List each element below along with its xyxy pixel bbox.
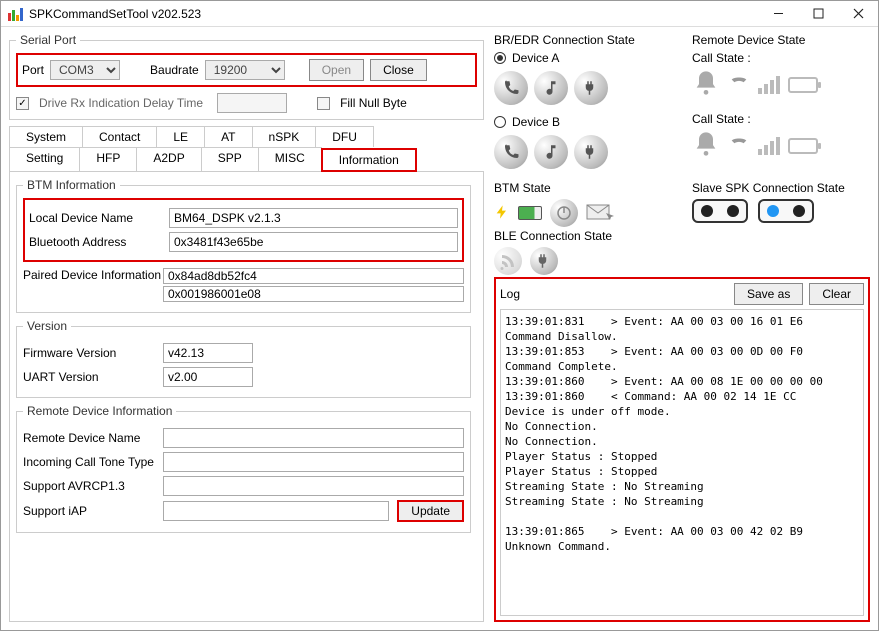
version-legend: Version: [23, 319, 71, 333]
support-iap-label: Support iAP: [23, 504, 163, 518]
slave-spk-1: [692, 199, 748, 223]
device-a-radio[interactable]: [494, 52, 506, 64]
bredr-title: BR/EDR Connection State: [494, 33, 672, 47]
log-title: Log: [500, 287, 734, 301]
version-group: Version Firmware Version UART Version: [16, 319, 471, 398]
device-b-label: Device B: [512, 115, 560, 129]
phone-icon-b: [494, 135, 528, 169]
remote-device-name-label: Remote Device Name: [23, 431, 163, 445]
tab-le[interactable]: LE: [156, 126, 205, 147]
bell-icon: [692, 69, 720, 100]
btm-info-legend: BTM Information: [23, 178, 120, 192]
firmware-version-label: Firmware Version: [23, 346, 163, 360]
fill-null-label: Fill Null Byte: [340, 96, 407, 110]
incoming-tone-field[interactable]: [163, 452, 464, 472]
bluetooth-address-field[interactable]: [169, 232, 458, 252]
device-b-radio[interactable]: [494, 116, 506, 128]
handset-icon-b: [728, 135, 750, 157]
baudrate-select[interactable]: 19200: [205, 60, 285, 80]
music-icon: [534, 71, 568, 105]
tab-spp[interactable]: SPP: [201, 147, 259, 171]
signal-icon: [758, 76, 780, 94]
phone-icon: [494, 71, 528, 105]
handset-icon: [728, 74, 750, 96]
close-window-button[interactable]: [838, 1, 878, 27]
plug-icon: [574, 71, 608, 105]
port-label: Port: [22, 63, 44, 77]
battery-icon: [788, 77, 818, 93]
paired-device-1[interactable]: [163, 286, 464, 302]
rss-icon: [494, 247, 522, 275]
bluetooth-address-label: Bluetooth Address: [29, 235, 169, 249]
bell-icon-b: [692, 130, 720, 161]
support-iap-field[interactable]: [163, 501, 389, 521]
drive-rx-input[interactable]: [217, 93, 287, 113]
fill-null-checkbox[interactable]: [317, 97, 330, 110]
update-button[interactable]: Update: [397, 500, 464, 522]
tab-a2dp[interactable]: A2DP: [136, 147, 201, 171]
open-button[interactable]: Open: [309, 59, 364, 81]
minimize-button[interactable]: [758, 1, 798, 27]
clear-button[interactable]: Clear: [809, 283, 864, 305]
plug-icon-ble: [530, 247, 558, 275]
close-button[interactable]: Close: [370, 59, 427, 81]
drive-rx-label: Drive Rx Indication Delay Time: [39, 96, 203, 110]
window-title: SPKCommandSetTool v202.523: [29, 7, 758, 21]
battery-icon-b: [788, 138, 818, 154]
btm-state-title: BTM State: [494, 181, 672, 195]
paired-device-label: Paired Device Information: [23, 268, 163, 282]
tab-contact[interactable]: Contact: [82, 126, 157, 147]
tab-at[interactable]: AT: [204, 126, 252, 147]
uart-version-field[interactable]: [163, 367, 253, 387]
call-state-a-label: Call State :: [692, 51, 870, 65]
music-icon-b: [534, 135, 568, 169]
firmware-version-field[interactable]: [163, 343, 253, 363]
save-as-button[interactable]: Save as: [734, 283, 803, 305]
drive-rx-checkbox[interactable]: [16, 97, 29, 110]
device-a-label: Device A: [512, 51, 559, 65]
remote-device-name-field[interactable]: [163, 428, 464, 448]
app-icon: [7, 6, 23, 22]
slave-spk-title: Slave SPK Connection State: [692, 181, 870, 195]
call-state-b-label: Call State :: [692, 112, 870, 126]
tab-hfp[interactable]: HFP: [79, 147, 137, 171]
log-textarea[interactable]: 13:39:01:831 > Event: AA 00 03 00 16 01 …: [500, 309, 864, 616]
lightning-icon: [494, 201, 510, 226]
power-icon: [550, 199, 578, 227]
incoming-tone-label: Incoming Call Tone Type: [23, 455, 163, 469]
remote-device-info-group: Remote Device Information Remote Device …: [16, 404, 471, 533]
maximize-button[interactable]: [798, 1, 838, 27]
tab-system[interactable]: System: [9, 126, 83, 147]
port-select[interactable]: COM3: [50, 60, 120, 80]
tab-dfu[interactable]: DFU: [315, 126, 374, 147]
baudrate-label: Baudrate: [150, 63, 199, 77]
remote-state-title: Remote Device State: [692, 33, 870, 47]
tab-setting[interactable]: Setting: [9, 147, 80, 171]
support-avrcp-field[interactable]: [163, 476, 464, 496]
btm-info-group: BTM Information Local Device Name Blueto…: [16, 178, 471, 313]
local-device-name-field[interactable]: [169, 208, 458, 228]
tab-nspk[interactable]: nSPK: [252, 126, 317, 147]
signal-icon-b: [758, 137, 780, 155]
uart-version-label: UART Version: [23, 370, 163, 384]
battery-level-icon: [518, 206, 542, 220]
tab-information[interactable]: Information: [321, 148, 417, 172]
ble-state-title: BLE Connection State: [494, 229, 672, 243]
serial-port-legend: Serial Port: [16, 33, 80, 47]
paired-device-0[interactable]: [163, 268, 464, 284]
local-device-name-label: Local Device Name: [29, 211, 169, 225]
mail-icon: [586, 201, 614, 226]
serial-port-group: Serial Port Port COM3 Baudrate 19200 Ope…: [9, 33, 484, 120]
remote-device-info-legend: Remote Device Information: [23, 404, 176, 418]
slave-spk-2: [758, 199, 814, 223]
tab-misc[interactable]: MISC: [258, 147, 322, 171]
support-avrcp-label: Support AVRCP1.3: [23, 479, 163, 493]
plug-icon-b: [574, 135, 608, 169]
